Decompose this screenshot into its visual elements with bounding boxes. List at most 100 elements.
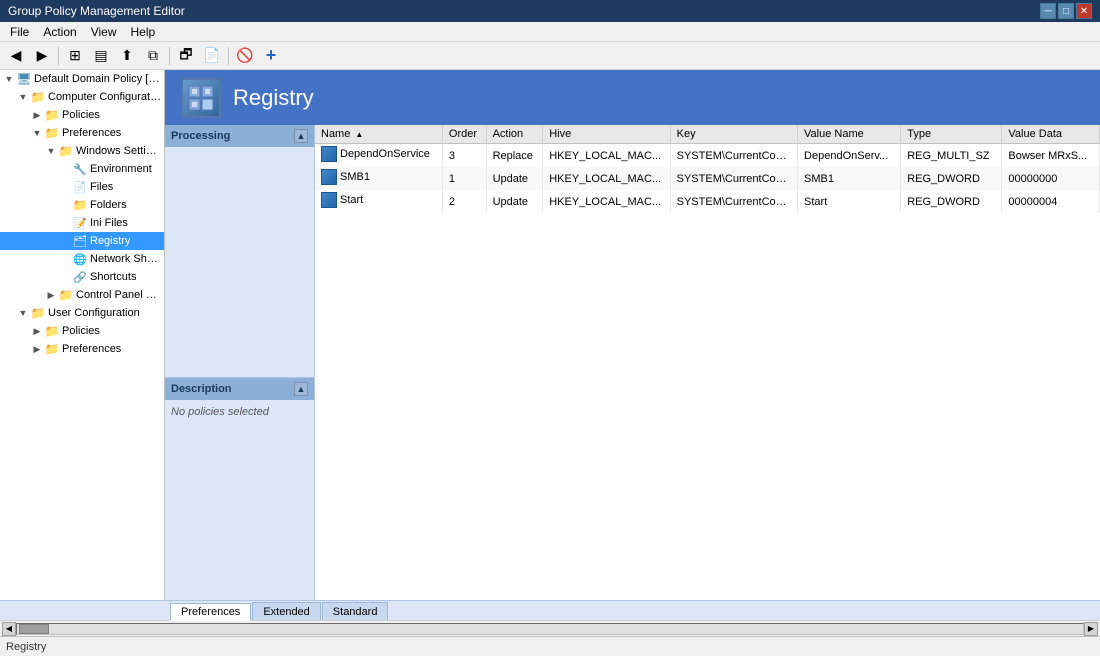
data-table: Name ▲ Order Action Hive Key Value Name … [315, 125, 1100, 213]
table-row[interactable]: DependOnService 3ReplaceHKEY_LOCAL_MAC..… [315, 144, 1100, 168]
table-body: DependOnService 3ReplaceHKEY_LOCAL_MAC..… [315, 144, 1100, 214]
cell-action: Update [486, 190, 543, 213]
new-window-button[interactable]: 🗗 [174, 45, 198, 67]
scroll-left-btn[interactable]: ◀ [2, 622, 16, 636]
cell-name: Start [315, 190, 442, 213]
back-button[interactable]: ◀ [4, 45, 28, 67]
cell-action: Replace [486, 144, 543, 168]
table-area: Name ▲ Order Action Hive Key Value Name … [315, 125, 1100, 600]
menu-action[interactable]: Action [37, 23, 82, 41]
col-key[interactable]: Key [670, 125, 797, 144]
tree-item-preferences[interactable]: ▼ 📁 Preferences [0, 124, 164, 142]
status-bar: Registry [0, 636, 1100, 656]
tree-item-policies[interactable]: ▶ 📁 Policies [0, 106, 164, 124]
tree-item-environment[interactable]: ▶ 🔧 Environment [0, 160, 164, 178]
expander-policies[interactable]: ▶ [30, 108, 44, 122]
cell-key: SYSTEM\CurrentControlS... [670, 190, 797, 213]
tree-item-ini-files[interactable]: ▶ 📝 Ini Files [0, 214, 164, 232]
new-button[interactable]: 📄 [200, 45, 224, 67]
forward-button[interactable]: ▶ [30, 45, 54, 67]
menu-bar: File Action View Help [0, 22, 1100, 42]
cell-valuename: Start [798, 190, 901, 213]
table-header-row: Name ▲ Order Action Hive Key Value Name … [315, 125, 1100, 144]
restore-button[interactable]: □ [1058, 3, 1074, 19]
tree-item-computer-config[interactable]: ▼ 📁 Computer Configuration [0, 88, 164, 106]
icon-files: 📄 [72, 179, 88, 195]
columns-button[interactable]: ▤ [89, 45, 113, 67]
no-policy-text: No policies selected [165, 400, 314, 600]
expander-user-config[interactable]: ▼ [16, 306, 30, 320]
col-hive[interactable]: Hive [543, 125, 670, 144]
table-row[interactable]: SMB1 1UpdateHKEY_LOCAL_MAC...SYSTEM\Curr… [315, 167, 1100, 190]
cell-valuename: SMB1 [798, 167, 901, 190]
col-valuedata[interactable]: Value Data [1002, 125, 1100, 144]
tab-extended[interactable]: Extended [252, 602, 320, 620]
separator-3 [228, 47, 229, 65]
description-collapse-btn[interactable]: ▲ [294, 382, 308, 396]
tree-item-user-policies[interactable]: ▶ 📁 Policies [0, 322, 164, 340]
table-row[interactable]: Start 2UpdateHKEY_LOCAL_MAC...SYSTEM\Cur… [315, 190, 1100, 213]
scroll-right-btn[interactable]: ▶ [1084, 622, 1098, 636]
add-button[interactable]: + [259, 45, 283, 67]
expander-user-preferences[interactable]: ▶ [30, 342, 44, 356]
scroll-track[interactable] [16, 623, 1084, 635]
col-name[interactable]: Name ▲ [315, 125, 442, 144]
label-user-preferences: Preferences [62, 343, 121, 355]
expander-preferences[interactable]: ▼ [30, 126, 44, 140]
tree-item-windows-settings[interactable]: ▼ 📁 Windows Settings [0, 142, 164, 160]
menu-file[interactable]: File [4, 23, 35, 41]
label-folders: Folders [90, 199, 127, 211]
title-bar: Group Policy Management Editor ─ □ ✕ [0, 0, 1100, 22]
cell-name: DependOnService [315, 144, 442, 168]
copy-button[interactable]: ⧉ [141, 45, 165, 67]
menu-help[interactable]: Help [125, 23, 162, 41]
cell-order: 2 [442, 190, 486, 213]
col-action[interactable]: Action [486, 125, 543, 144]
cell-valuedata: Bowser MRxS... [1002, 144, 1100, 168]
content-area: ▼ 🖥 Default Domain Policy [DC02.C| ▼ 📁 C… [0, 70, 1100, 600]
icon-user-config: 📁 [30, 305, 46, 321]
processing-title: Processing [171, 130, 230, 142]
col-type[interactable]: Type [901, 125, 1002, 144]
scroll-thumb[interactable] [19, 624, 49, 634]
tree-item-folders[interactable]: ▶ 📁 Folders [0, 196, 164, 214]
delete-button[interactable]: 🚫 [233, 45, 257, 67]
icon-preferences: 📁 [44, 125, 60, 141]
label-windows-settings: Windows Settings [76, 145, 162, 157]
tree-item-control-panel[interactable]: ▶ 📁 Control Panel Setting [0, 286, 164, 304]
expander-user-policies[interactable]: ▶ [30, 324, 44, 338]
col-order[interactable]: Order [442, 125, 486, 144]
icon-computer-config: 📁 [30, 89, 46, 105]
registry-title: Registry [233, 85, 314, 111]
processing-collapse-btn[interactable]: ▲ [294, 129, 308, 143]
menu-view[interactable]: View [85, 23, 123, 41]
tree-item-files[interactable]: ▶ 📄 Files [0, 178, 164, 196]
expander-default-domain[interactable]: ▼ [2, 72, 16, 86]
icon-ini-files: 📝 [72, 215, 88, 231]
label-computer-config: Computer Configuration [48, 91, 162, 103]
tree-item-default-domain[interactable]: ▼ 🖥 Default Domain Policy [DC02.C| [0, 70, 164, 88]
close-button[interactable]: ✕ [1076, 3, 1092, 19]
tab-preferences[interactable]: Preferences [170, 603, 251, 621]
minimize-button[interactable]: ─ [1040, 3, 1056, 19]
cell-action: Update [486, 167, 543, 190]
icon-environment: 🔧 [72, 161, 88, 177]
processing-body [165, 147, 314, 377]
expander-control-panel[interactable]: ▶ [44, 288, 58, 302]
cell-order: 1 [442, 167, 486, 190]
tree-item-shortcuts[interactable]: ▶ 🔗 Shortcuts [0, 268, 164, 286]
expander-windows-settings[interactable]: ▼ [44, 144, 58, 158]
separator-1 [58, 47, 59, 65]
expander-computer-config[interactable]: ▼ [16, 90, 30, 104]
show-tree-button[interactable]: ⊞ [63, 45, 87, 67]
up-button[interactable]: ⬆ [115, 45, 139, 67]
tree-item-user-preferences[interactable]: ▶ 📁 Preferences [0, 340, 164, 358]
tab-standard[interactable]: Standard [322, 602, 389, 620]
right-panel: Registry Processing ▲ Description [165, 70, 1100, 600]
tree-item-user-config[interactable]: ▼ 📁 User Configuration [0, 304, 164, 322]
col-valuename[interactable]: Value Name [798, 125, 901, 144]
tree-item-network-shares[interactable]: ▶ 🌐 Network Shares [0, 250, 164, 268]
separator-2 [169, 47, 170, 65]
description-panel: Description ▲ No policies selected [165, 378, 314, 600]
tree-item-registry[interactable]: ▶ 🗂 Registry [0, 232, 164, 250]
